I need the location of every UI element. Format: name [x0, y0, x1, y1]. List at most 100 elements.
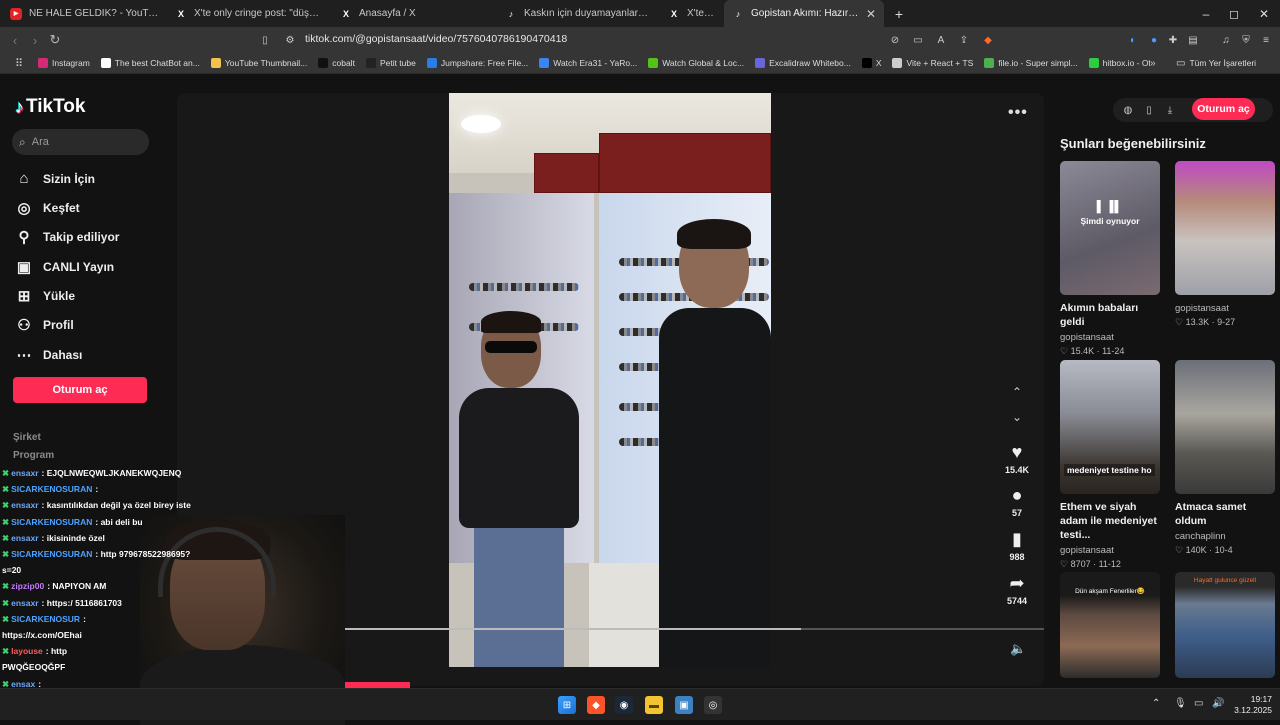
bookmarks-overflow-icon[interactable]: » — [1150, 58, 1170, 69]
tracking-icon[interactable]: ⊘ — [887, 32, 903, 48]
bookmark-item[interactable]: Watch Era31 - YaRo... — [539, 58, 637, 68]
reco-card[interactable]: medeniyet testine ho Ethem ve siyah adam… — [1060, 360, 1160, 570]
nav-profile[interactable]: ⚇ Profil — [15, 316, 73, 334]
new-tab-button[interactable]: + — [886, 0, 912, 27]
browser-tab-active[interactable]: ♪ Gopistan Akımı: Hazır mısınız? | T ✕ — [724, 0, 884, 27]
bookmark-item[interactable]: Petit tube — [365, 58, 416, 68]
reco-user[interactable]: gopistansaat — [1060, 332, 1160, 343]
nav-for-you[interactable]: ⌂ Sizin İçin — [15, 170, 95, 187]
translate-icon[interactable]: A — [933, 32, 949, 48]
video-more-options[interactable]: ••• — [1008, 104, 1028, 122]
reco-card[interactable]: Hayatt gulunce güzell — [1175, 572, 1275, 678]
reco-user[interactable]: gopistansaat — [1175, 303, 1275, 314]
all-bookmarks[interactable]: ▭ Tüm Yer İşaretleri — [1176, 58, 1256, 69]
reco-thumbnail[interactable]: Hayatt gulunce güzell — [1175, 572, 1275, 678]
forward-icon[interactable]: › — [25, 27, 45, 53]
browser-tab[interactable]: X X'te only cringe post: "düşünsene evi — [167, 0, 332, 27]
browser-tab[interactable]: ♪ Kaskın için duyamayanlarda bugün a — [497, 0, 657, 27]
reco-thumbnail[interactable]: medeniyet testine ho — [1060, 360, 1160, 494]
apps-icon[interactable]: ⠿ — [0, 57, 38, 70]
app-icon[interactable]: ▣ — [675, 696, 693, 714]
bookmark-item[interactable]: Excalidraw Whitebo... — [755, 58, 851, 68]
footer-program-link[interactable]: Program — [13, 450, 54, 461]
cast-icon[interactable]: ▭ — [910, 32, 926, 48]
nav-explore[interactable]: ◎ Keşfet — [15, 199, 79, 217]
reco-card[interactable]: Dün akşam Fenerliler😂 — [1060, 572, 1160, 678]
sidebar-icon[interactable]: ▤ — [1185, 32, 1201, 48]
bookmark-item[interactable]: Jumpshare: Free File... — [426, 58, 528, 68]
search-input[interactable] — [31, 136, 132, 148]
footer-company-link[interactable]: Şirket — [13, 432, 41, 443]
video-player[interactable] — [449, 93, 771, 667]
share-action[interactable]: ➦ 5744 — [997, 573, 1037, 606]
maximize-button[interactable]: ◻ — [1221, 0, 1247, 27]
device-icon[interactable]: ▯ — [1140, 101, 1158, 119]
speaker-icon[interactable]: 🔊 — [1212, 698, 1224, 709]
chevron-up-icon[interactable]: ⌃ — [1008, 385, 1026, 399]
bookmark-item[interactable]: file.io - Super simpl... — [984, 58, 1078, 68]
browser-tab[interactable]: X Anasayfa / X — [332, 0, 497, 27]
url-field[interactable]: tiktok.com/@gopistansaat/video/757604078… — [305, 33, 567, 45]
bookmark-item[interactable]: Watch Global & Loc... — [648, 58, 744, 68]
tray-overflow-icon[interactable]: ⌃ — [1152, 698, 1160, 709]
reco-user[interactable]: canchaplinn — [1175, 531, 1275, 542]
coin-icon[interactable]: ◍ — [1119, 101, 1137, 119]
reco-thumbnail[interactable]: ▌▐▌ Şimdi oynuyor — [1060, 161, 1160, 295]
reco-card[interactable]: gopistansaat ♡ 13.3K · 9-27 — [1175, 161, 1275, 328]
nav-following[interactable]: ⚲ Takip ediliyor — [15, 228, 120, 246]
network-icon[interactable]: ▭ — [1194, 698, 1203, 709]
extensions-icon[interactable]: ✚ — [1165, 32, 1181, 48]
minimize-button[interactable]: – — [1193, 0, 1219, 27]
brave-icon[interactable]: ◆ — [587, 696, 605, 714]
site-info-icon[interactable]: ⚙ — [282, 32, 298, 48]
reco-thumbnail[interactable] — [1175, 360, 1275, 494]
reco-title[interactable]: Atmaca samet oldum — [1175, 500, 1275, 528]
login-button[interactable]: Oturum aç — [13, 377, 147, 403]
share-page-icon[interactable]: ⇪ — [956, 32, 972, 48]
bookmark-page-icon[interactable]: ▯ — [257, 32, 273, 48]
nav-upload[interactable]: ⊞ Yükle — [15, 287, 75, 305]
bookmark-action[interactable]: ▮ 988 — [997, 529, 1037, 562]
obs-icon[interactable]: ◎ — [704, 696, 722, 714]
browser-tab[interactable]: X X'te Pek — [660, 0, 722, 27]
search-box[interactable]: ⌕ — [12, 129, 149, 155]
reco-thumbnail[interactable] — [1175, 161, 1275, 295]
reco-card[interactable]: ▌▐▌ Şimdi oynuyor Akımın babaları geldi … — [1060, 161, 1160, 357]
bookmark-item[interactable]: Vite + React + TS — [892, 58, 973, 68]
system-clock[interactable]: 19:17 3.12.2025 — [1230, 694, 1272, 716]
close-window-button[interactable]: ✕ — [1251, 0, 1277, 27]
browser-tab[interactable]: ▶ NE HALE GELDİK? - YouTube — [2, 0, 167, 27]
reco-card[interactable]: Atmaca samet oldum canchaplinn ♡ 140K · … — [1175, 360, 1275, 556]
nav-live[interactable]: ▣ CANLI Yayın — [15, 258, 114, 276]
bookmark-item[interactable]: cobalt — [318, 58, 355, 68]
tiktok-logo[interactable]: ♪ TikTok — [15, 96, 85, 118]
vpn-icon[interactable]: ⛨ — [1238, 32, 1254, 48]
reco-title[interactable]: Akımın babaları geldi — [1060, 301, 1160, 329]
reco-title[interactable]: Ethem ve siyah adam ile medeniyet testi.… — [1060, 500, 1160, 542]
bookmark-item[interactable]: The best ChatBot an... — [100, 58, 200, 68]
folder-icon[interactable]: ▬ — [645, 696, 663, 714]
media-icon[interactable]: ♫ — [1218, 32, 1234, 48]
steam-icon[interactable]: ◉ — [615, 696, 633, 714]
close-tab-icon[interactable]: ✕ — [866, 7, 876, 21]
brave-shield-icon[interactable]: ◆ — [980, 32, 996, 48]
reco-thumbnail[interactable]: Dün akşam Fenerliler😂 — [1060, 572, 1160, 678]
microphone-icon[interactable]: 🎙 — [1174, 698, 1187, 709]
menu-icon[interactable]: ≡ — [1258, 32, 1274, 48]
bookmark-item[interactable]: X — [861, 58, 881, 68]
extension-blue-icon[interactable]: ● — [1146, 32, 1162, 48]
nav-more[interactable]: ⋯ Dahası — [15, 346, 83, 364]
back-icon[interactable]: ‹ — [5, 27, 25, 53]
windows-start-icon[interactable]: ⊞ — [558, 696, 576, 714]
bookmark-item[interactable]: Instagram — [38, 58, 90, 68]
like-action[interactable]: ♥ 15.4K — [997, 442, 1037, 475]
download-icon[interactable]: ⤓ — [1161, 101, 1179, 119]
reload-icon[interactable]: ↻ — [45, 27, 65, 53]
bookmark-item[interactable]: hitbox.io - Official Si... — [1088, 58, 1150, 68]
volume-icon[interactable]: 🔈 — [1010, 641, 1026, 657]
bookmark-item[interactable]: YouTube Thumbnail... — [210, 58, 307, 68]
comment-action[interactable]: ● 57 — [997, 485, 1037, 518]
wallet-icon[interactable]: ◐ — [1125, 32, 1141, 48]
login-top-button[interactable]: Oturum aç — [1192, 98, 1255, 120]
reco-user[interactable]: gopistansaat — [1060, 545, 1160, 556]
